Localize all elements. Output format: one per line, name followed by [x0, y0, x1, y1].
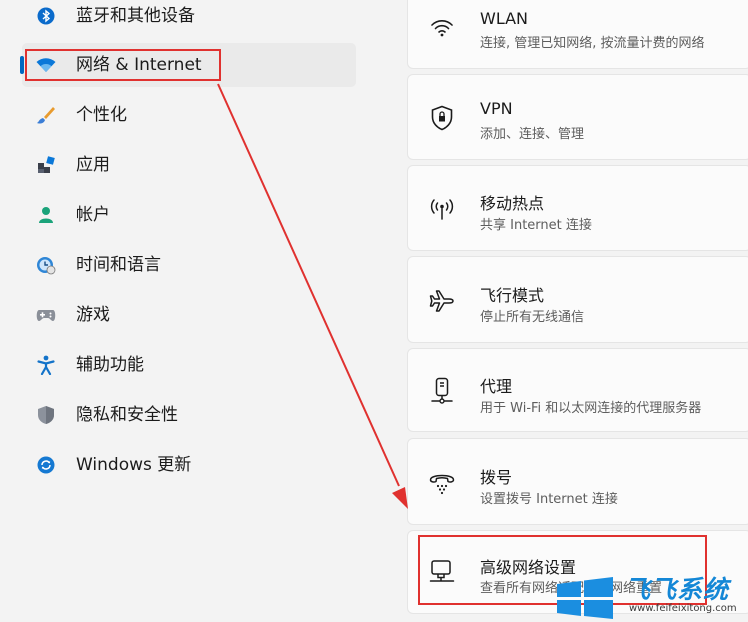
watermark-url: www.feifeixitong.com [629, 603, 737, 614]
watermark: 飞飞系统 www.feifeixitong.com [553, 566, 748, 622]
annotation-arrow-icon [217, 83, 408, 509]
watermark-text: 飞飞系统 [625, 575, 730, 604]
windows-logo-icon [557, 577, 613, 619]
